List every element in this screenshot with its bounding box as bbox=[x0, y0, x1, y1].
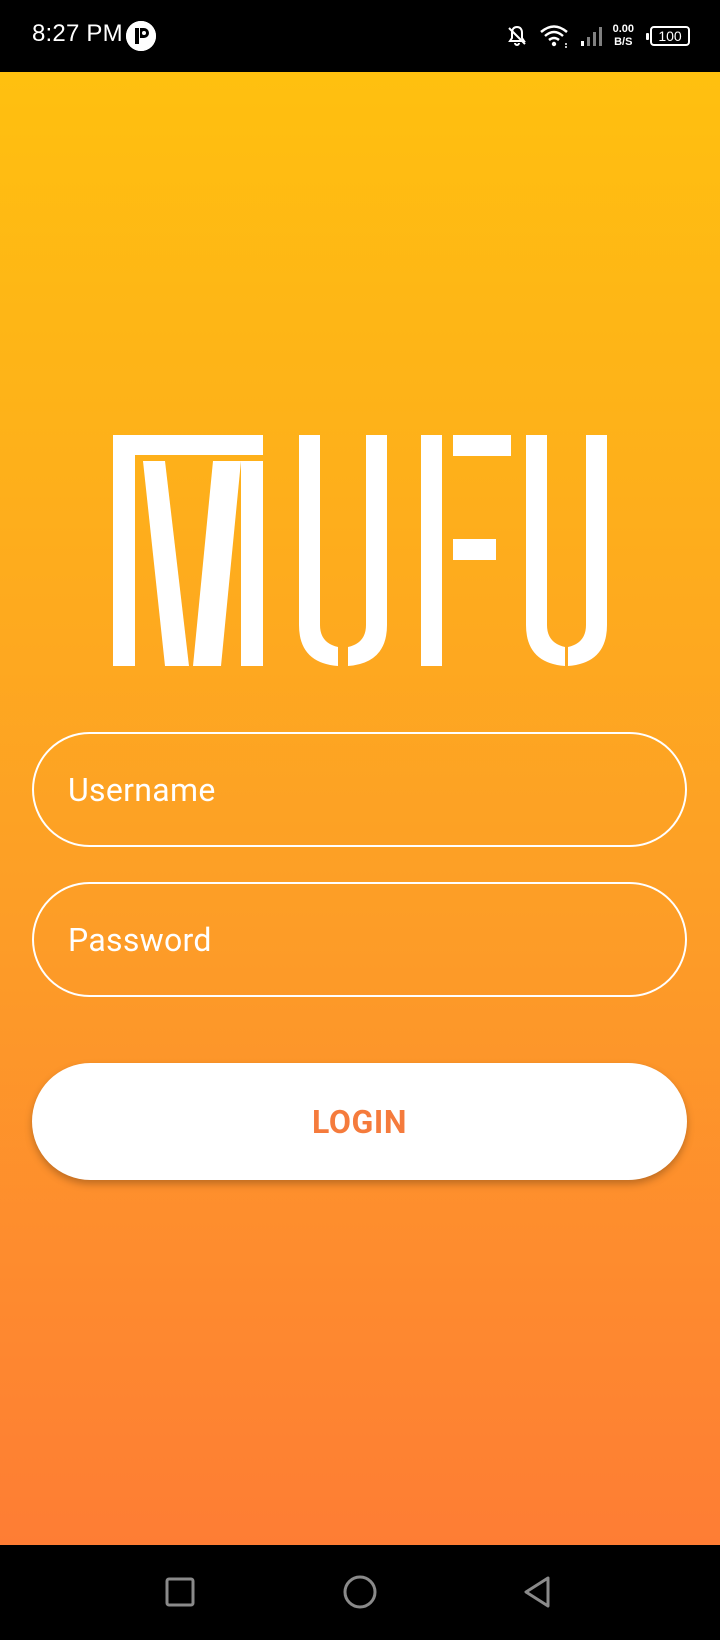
battery-level: 100 bbox=[658, 28, 682, 44]
home-icon[interactable] bbox=[338, 1570, 382, 1614]
app-notification-icon bbox=[126, 21, 156, 51]
status-bar: 8:27 PM 0.00 B/S 100 bbox=[0, 0, 720, 72]
back-icon[interactable] bbox=[515, 1570, 559, 1614]
username-placeholder: Username bbox=[68, 770, 216, 809]
login-button-label: LOGIN bbox=[311, 1102, 408, 1141]
login-button[interactable]: LOGIN bbox=[32, 1063, 687, 1180]
password-placeholder: Password bbox=[68, 920, 212, 959]
net-speed-value: 0.00 bbox=[612, 23, 634, 35]
password-input[interactable]: Password bbox=[32, 882, 687, 997]
navigation-bar bbox=[0, 1545, 720, 1640]
net-speed-unit: B/S bbox=[614, 36, 633, 48]
status-icons: 0.00 B/S 100 bbox=[505, 18, 690, 54]
bell-muted-icon bbox=[505, 24, 529, 48]
wifi-icon bbox=[539, 24, 569, 48]
status-time: 8:27 PM bbox=[32, 20, 123, 47]
net-speed: 0.00 B/S bbox=[613, 23, 634, 49]
username-input[interactable]: Username bbox=[32, 732, 687, 847]
recents-icon[interactable] bbox=[158, 1570, 202, 1614]
battery-icon: 100 bbox=[646, 26, 690, 46]
login-screen: Username Password LOGIN bbox=[0, 72, 720, 1545]
mufu-logo bbox=[113, 435, 607, 666]
cell-signal-icon bbox=[579, 24, 603, 48]
